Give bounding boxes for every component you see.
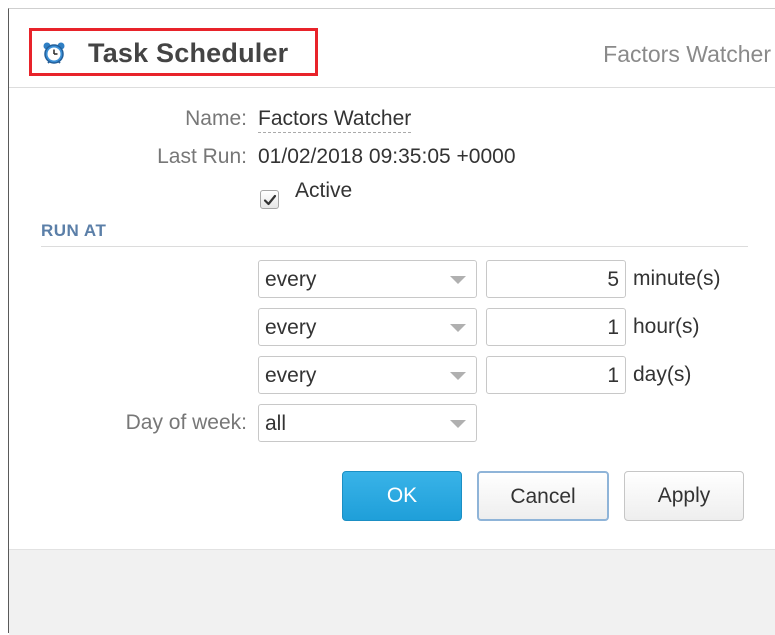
dialog-header: Task Scheduler Factors Watcher — [9, 9, 775, 88]
minute-mode-value: every — [265, 268, 317, 291]
chevron-down-icon — [450, 372, 466, 380]
task-scheduler-dialog: Task Scheduler Factors Watcher Name: Fac… — [8, 8, 775, 635]
active-checkbox[interactable] — [260, 190, 279, 209]
chevron-down-icon — [450, 420, 466, 428]
day-value-input[interactable]: 1 — [486, 356, 626, 394]
chevron-down-icon — [450, 324, 466, 332]
hour-value-input[interactable]: 1 — [486, 308, 626, 346]
name-field[interactable]: Factors Watcher — [258, 107, 412, 133]
chevron-down-icon — [450, 276, 466, 284]
cancel-button[interactable]: Cancel — [477, 471, 609, 521]
day-unit-label: day(s) — [633, 363, 692, 386]
day-mode-select[interactable]: every — [258, 356, 477, 394]
hour-unit-label: hour(s) — [633, 315, 700, 338]
day-value: 1 — [607, 364, 619, 387]
ok-button[interactable]: OK — [342, 471, 462, 521]
hour-mode-value: every — [265, 316, 317, 339]
active-label: Active — [295, 179, 353, 202]
dialog-title: Task Scheduler — [88, 38, 289, 68]
apply-button[interactable]: Apply — [624, 471, 744, 521]
run-at-section-title: RUN AT — [41, 221, 107, 240]
hour-mode-select[interactable]: every — [258, 308, 477, 346]
day-of-week-select[interactable]: all — [258, 404, 477, 442]
dialog-footer — [9, 549, 775, 635]
day-of-week-label: Day of week: — [125, 411, 247, 434]
day-of-week-value: all — [265, 412, 287, 435]
title-highlight-box: Task Scheduler — [29, 28, 318, 76]
minute-mode-select[interactable]: every — [258, 260, 477, 298]
minute-unit-label: minute(s) — [633, 267, 721, 290]
minute-value-input[interactable]: 5 — [486, 260, 626, 298]
section-divider — [41, 246, 748, 247]
day-mode-value: every — [265, 364, 317, 387]
hour-value: 1 — [607, 316, 619, 339]
task-name-header: Factors Watcher — [603, 41, 771, 67]
alarm-clock-icon — [42, 41, 66, 65]
last-run-value: 01/02/2018 09:35:05 +0000 — [258, 145, 516, 168]
minute-value: 5 — [607, 268, 619, 291]
checkmark-icon — [263, 194, 277, 206]
last-run-label: Last Run: — [157, 145, 247, 168]
name-label: Name: — [185, 107, 247, 130]
